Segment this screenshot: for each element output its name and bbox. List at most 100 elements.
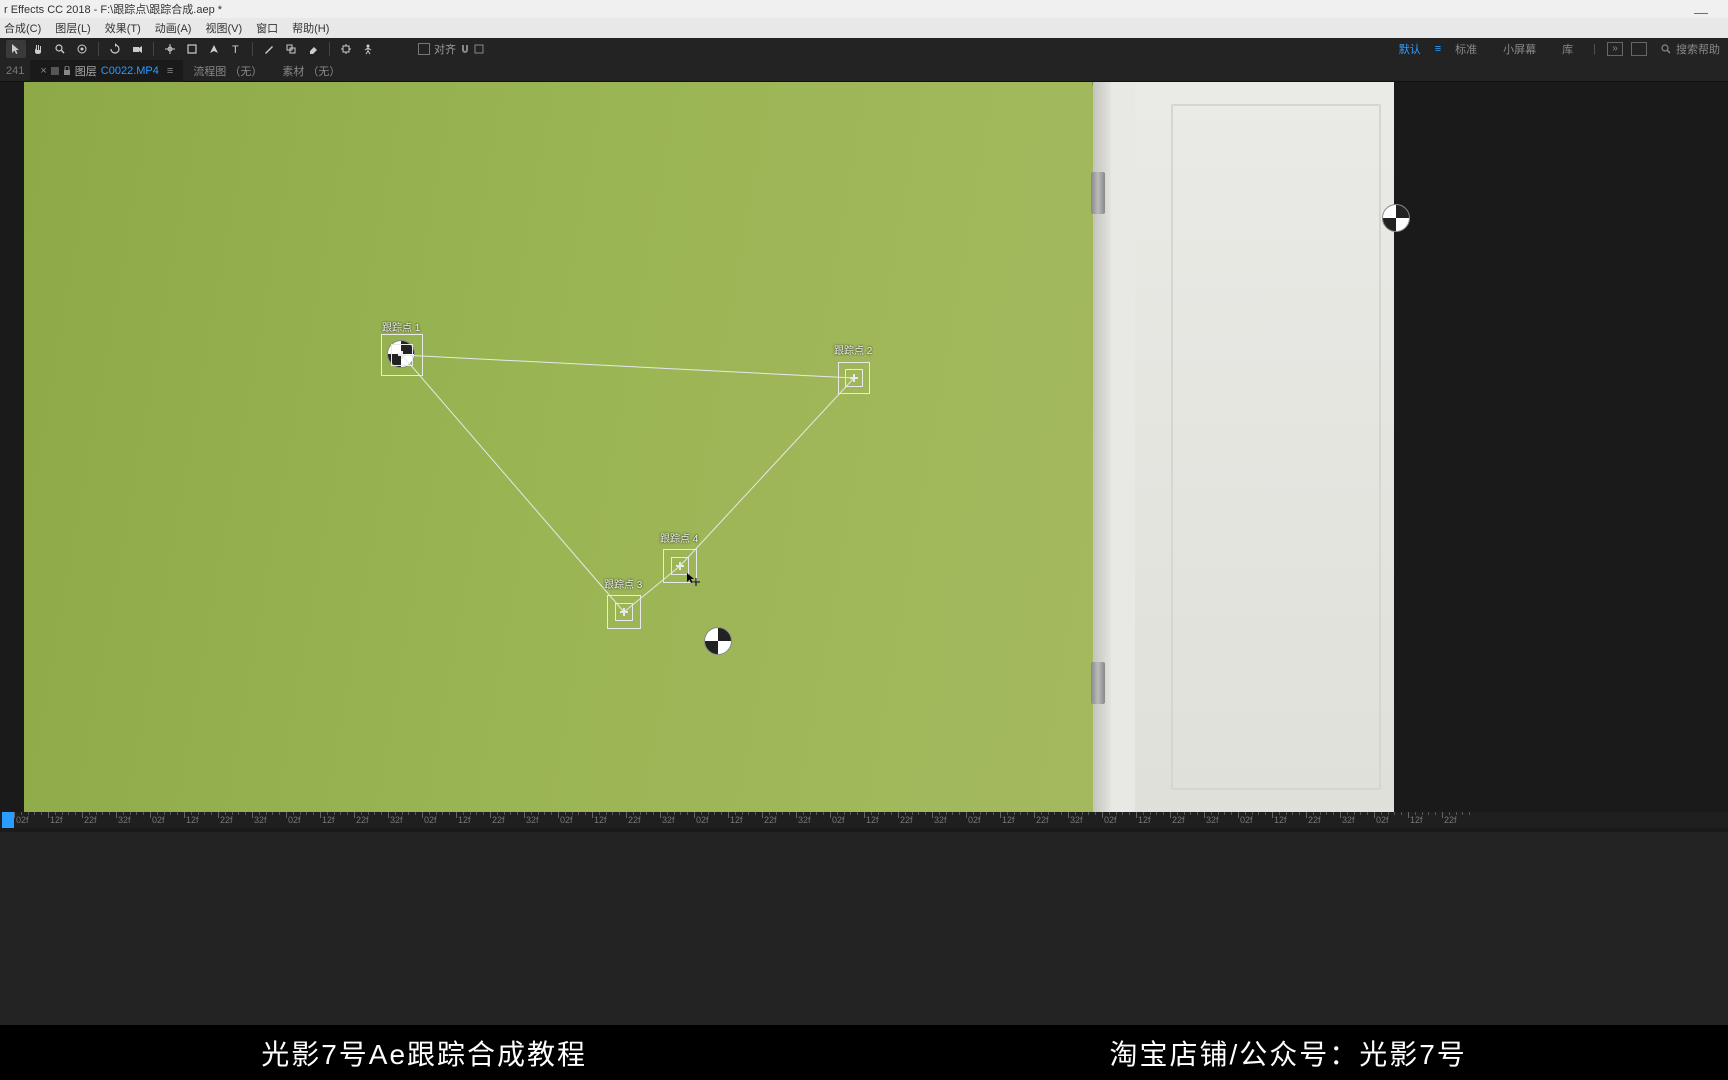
color-chip-icon (51, 67, 59, 75)
layer-label: 图层 (75, 63, 97, 79)
workspace-default[interactable]: 默认 (1387, 39, 1433, 59)
menu-help[interactable]: 帮助(H) (292, 20, 329, 36)
banner-left-text: 光影7号Ae跟踪合成教程 (261, 1033, 587, 1073)
selection-tool-icon[interactable] (6, 40, 26, 58)
menu-view[interactable]: 视图(V) (205, 20, 242, 36)
search-placeholder: 搜索帮助 (1676, 41, 1720, 57)
ruler-tick: 02f (558, 812, 592, 828)
ruler-tick: 02f (1374, 812, 1408, 828)
menu-bar: 合成(C) 图层(L) 效果(T) 动画(A) 视图(V) 窗口 帮助(H) (0, 18, 1728, 38)
ruler-tick: 22f (762, 812, 796, 828)
ruler-tick: 02f (966, 812, 1000, 828)
footage-tab[interactable]: 素材 （无） (272, 60, 350, 82)
ruler-tick: 02f (830, 812, 864, 828)
workspace-small-screen[interactable]: 小屏幕 (1491, 39, 1548, 59)
ruler-tick: 12f (1408, 812, 1442, 828)
door-hinge (1091, 662, 1105, 704)
tracking-marker-icon (704, 627, 732, 655)
panel-grid-icon[interactable] (1631, 42, 1647, 56)
ruler-tick: 32f (1068, 812, 1102, 828)
ruler-tick: 02f (1102, 812, 1136, 828)
menu-composition[interactable]: 合成(C) (4, 20, 41, 36)
ruler-tick: 12f (1000, 812, 1034, 828)
menu-effect[interactable]: 效果(T) (105, 20, 141, 36)
camera-tool-icon[interactable] (127, 40, 147, 58)
ruler-tick: 02f (150, 812, 184, 828)
ruler-tick: 32f (660, 812, 694, 828)
ruler-tick: 22f (82, 812, 116, 828)
ruler-tick: 32f (932, 812, 966, 828)
ruler-tick: 32f (524, 812, 558, 828)
ruler-tick: 22f (354, 812, 388, 828)
brush-tool-icon[interactable] (259, 40, 279, 58)
lock-icon (63, 66, 71, 76)
workspace-standard[interactable]: 标准 (1443, 39, 1489, 59)
clone-tool-icon[interactable] (281, 40, 301, 58)
ruler-tick: 02f (286, 812, 320, 828)
video-banner: 光影7号Ae跟踪合成教程 淘宝店铺/公众号：光影7号 (0, 1025, 1728, 1080)
ruler-tick: 32f (116, 812, 150, 828)
ruler-tick: 02f (694, 812, 728, 828)
viewport[interactable]: 跟踪点 1 跟踪点 2 跟踪点 3 跟踪点 4 (0, 82, 1728, 832)
eraser-tool-icon[interactable] (303, 40, 323, 58)
menu-animation[interactable]: 动画(A) (155, 20, 192, 36)
tool-group-main: T (6, 40, 378, 58)
ruler-tick: 32f (796, 812, 830, 828)
timeline-ruler[interactable]: 02f12f22f32f02f12f22f32f02f12f22f32f02f1… (0, 812, 1728, 828)
snap-label: 对齐 (434, 41, 456, 57)
minimize-icon[interactable]: — (1694, 4, 1708, 20)
door-area (1093, 82, 1394, 812)
pen-tool-icon[interactable] (204, 40, 224, 58)
menu-layer[interactable]: 图层(L) (55, 20, 90, 36)
ruler-tick: 12f (1272, 812, 1306, 828)
footage-label: 素材 （无） (282, 63, 340, 79)
ruler-tick: 32f (1204, 812, 1238, 828)
snap-control: 对齐 (418, 41, 484, 57)
ruler-tick: 32f (252, 812, 286, 828)
svg-text:T: T (232, 44, 239, 55)
ruler-tick: 12f (592, 812, 626, 828)
ruler-tick: 22f (626, 812, 660, 828)
rotate-tool-icon[interactable] (105, 40, 125, 58)
menu-window[interactable]: 窗口 (256, 20, 278, 36)
ruler-tick: 22f (218, 812, 252, 828)
hand-tool-icon[interactable] (28, 40, 48, 58)
ruler-tick: 32f (1340, 812, 1374, 828)
search-icon (1660, 43, 1672, 55)
window-title: r Effects CC 2018 - F:\跟踪点\跟踪合成.aep * (4, 1, 222, 17)
layer-name[interactable]: C0022.MP4 (101, 65, 159, 77)
snap-checkbox[interactable] (418, 43, 430, 55)
toolbar: T 对齐 默认 ≡ 标准 小屏幕 库 | » 搜索帮助 (0, 38, 1728, 60)
playhead-icon[interactable] (2, 812, 14, 828)
workspace-menu-icon[interactable]: ≡ (1435, 43, 1441, 55)
snap-options-icon[interactable] (474, 44, 484, 54)
panel-tabs: 241 × 图层 C0022.MP4 ≡ 流程图 （无） 素材 （无） (0, 60, 1728, 82)
flowchart-tab[interactable]: 流程图 （无） (183, 60, 272, 82)
comp-number: 241 (0, 62, 30, 80)
ruler-tick: 22f (1170, 812, 1204, 828)
layer-panel-tab[interactable]: × 图层 C0022.MP4 ≡ (30, 60, 183, 82)
ruler-ticks: 02f12f22f32f02f12f22f32f02f12f22f32f02f1… (14, 812, 1728, 828)
puppet-tool-icon[interactable] (358, 40, 378, 58)
orbit-tool-icon[interactable] (72, 40, 92, 58)
search-help[interactable]: 搜索帮助 (1660, 41, 1720, 57)
shape-tool-icon[interactable] (182, 40, 202, 58)
ruler-tick: 22f (490, 812, 524, 828)
ruler-tick: 12f (48, 812, 82, 828)
ruler-tick: 22f (1442, 812, 1476, 828)
ruler-tick: 12f (184, 812, 218, 828)
ruler-tick: 22f (898, 812, 932, 828)
panel-menu-icon[interactable]: ≡ (167, 65, 173, 77)
zoom-tool-icon[interactable] (50, 40, 70, 58)
ruler-tick: 12f (320, 812, 354, 828)
text-tool-icon[interactable]: T (226, 40, 246, 58)
workspace-library[interactable]: 库 (1550, 39, 1585, 59)
ruler-tick: 12f (456, 812, 490, 828)
snap-magnet-icon (460, 44, 470, 54)
anchor-tool-icon[interactable] (160, 40, 180, 58)
roto-tool-icon[interactable] (336, 40, 356, 58)
expand-panel-icon[interactable]: » (1607, 42, 1623, 56)
tracking-marker-icon (387, 340, 415, 368)
ruler-tick: 22f (1034, 812, 1068, 828)
title-bar: r Effects CC 2018 - F:\跟踪点\跟踪合成.aep * — (0, 0, 1728, 18)
